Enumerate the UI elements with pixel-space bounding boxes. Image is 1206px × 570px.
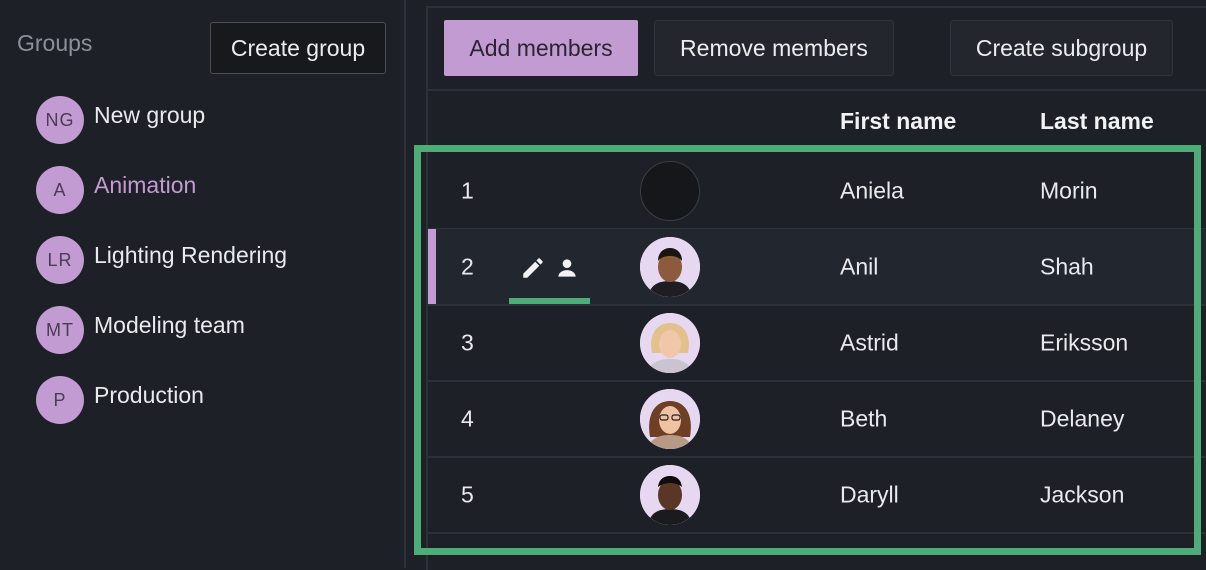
group-item-production[interactable]: P Production: [36, 376, 204, 424]
group-item-lighting-rendering[interactable]: LR Lighting Rendering: [36, 236, 287, 284]
first-name-cell: Anil: [840, 253, 879, 279]
first-name-cell: Beth: [840, 405, 888, 431]
create-subgroup-button[interactable]: Create subgroup: [950, 20, 1173, 76]
toolbar-divider: [428, 89, 1206, 91]
table-row[interactable]: 3 Astrid Eriksson: [428, 305, 1206, 382]
row-number: 4: [461, 405, 474, 431]
avatar: [640, 464, 700, 525]
create-group-button[interactable]: Create group: [210, 22, 386, 74]
group-avatar: A: [36, 166, 84, 214]
last-name-cell: Eriksson: [1040, 329, 1129, 355]
last-name-cell: Morin: [1040, 177, 1098, 203]
avatar: [640, 160, 700, 221]
sidebar-title: Groups: [17, 30, 93, 56]
first-name-cell: Astrid: [840, 329, 899, 355]
pencil-edit-icon[interactable]: [520, 255, 546, 286]
row-number: 5: [461, 481, 474, 507]
row-selection-indicator: [428, 229, 436, 304]
column-header-last-name[interactable]: Last name: [1040, 108, 1154, 135]
focus-underline: [509, 298, 590, 304]
row-number: 2: [461, 253, 474, 279]
avatar: [640, 236, 700, 297]
add-members-button[interactable]: Add members: [444, 20, 638, 76]
last-name-cell: Shah: [1040, 253, 1094, 279]
group-label: Lighting Rendering: [94, 241, 288, 268]
group-label: New group: [94, 101, 206, 128]
group-label: Modeling team: [94, 311, 245, 338]
group-item-animation[interactable]: A Animation: [36, 166, 196, 214]
avatar: [640, 388, 700, 449]
groups-sidebar: Groups: [0, 0, 406, 568]
group-avatar: P: [36, 376, 84, 424]
avatar: [640, 312, 700, 373]
first-name-cell: Aniela: [840, 177, 904, 203]
group-label: Production: [94, 381, 204, 408]
table-row[interactable]: 2 Anil Shah: [428, 229, 1206, 306]
table-row[interactable]: 5 Daryll Jackson: [428, 457, 1206, 534]
person-icon[interactable]: [554, 255, 580, 286]
group-avatar: NG: [36, 96, 84, 144]
row-number: 1: [461, 177, 474, 203]
group-item-modeling-team[interactable]: MT Modeling team: [36, 306, 245, 354]
row-number: 3: [461, 329, 474, 355]
group-avatar: LR: [36, 236, 84, 284]
last-name-cell: Jackson: [1040, 481, 1125, 507]
remove-members-button[interactable]: Remove members: [654, 20, 894, 76]
first-name-cell: Daryll: [840, 481, 899, 507]
last-name-cell: Delaney: [1040, 405, 1125, 431]
column-header-first-name[interactable]: First name: [840, 108, 956, 135]
table-row[interactable]: 4 Beth Delaney: [428, 381, 1206, 458]
group-item-new-group[interactable]: NG New group: [36, 96, 205, 144]
table-row[interactable]: 1 Aniela Morin: [428, 153, 1206, 230]
group-avatar: MT: [36, 306, 84, 354]
group-label: Animation: [94, 171, 197, 198]
